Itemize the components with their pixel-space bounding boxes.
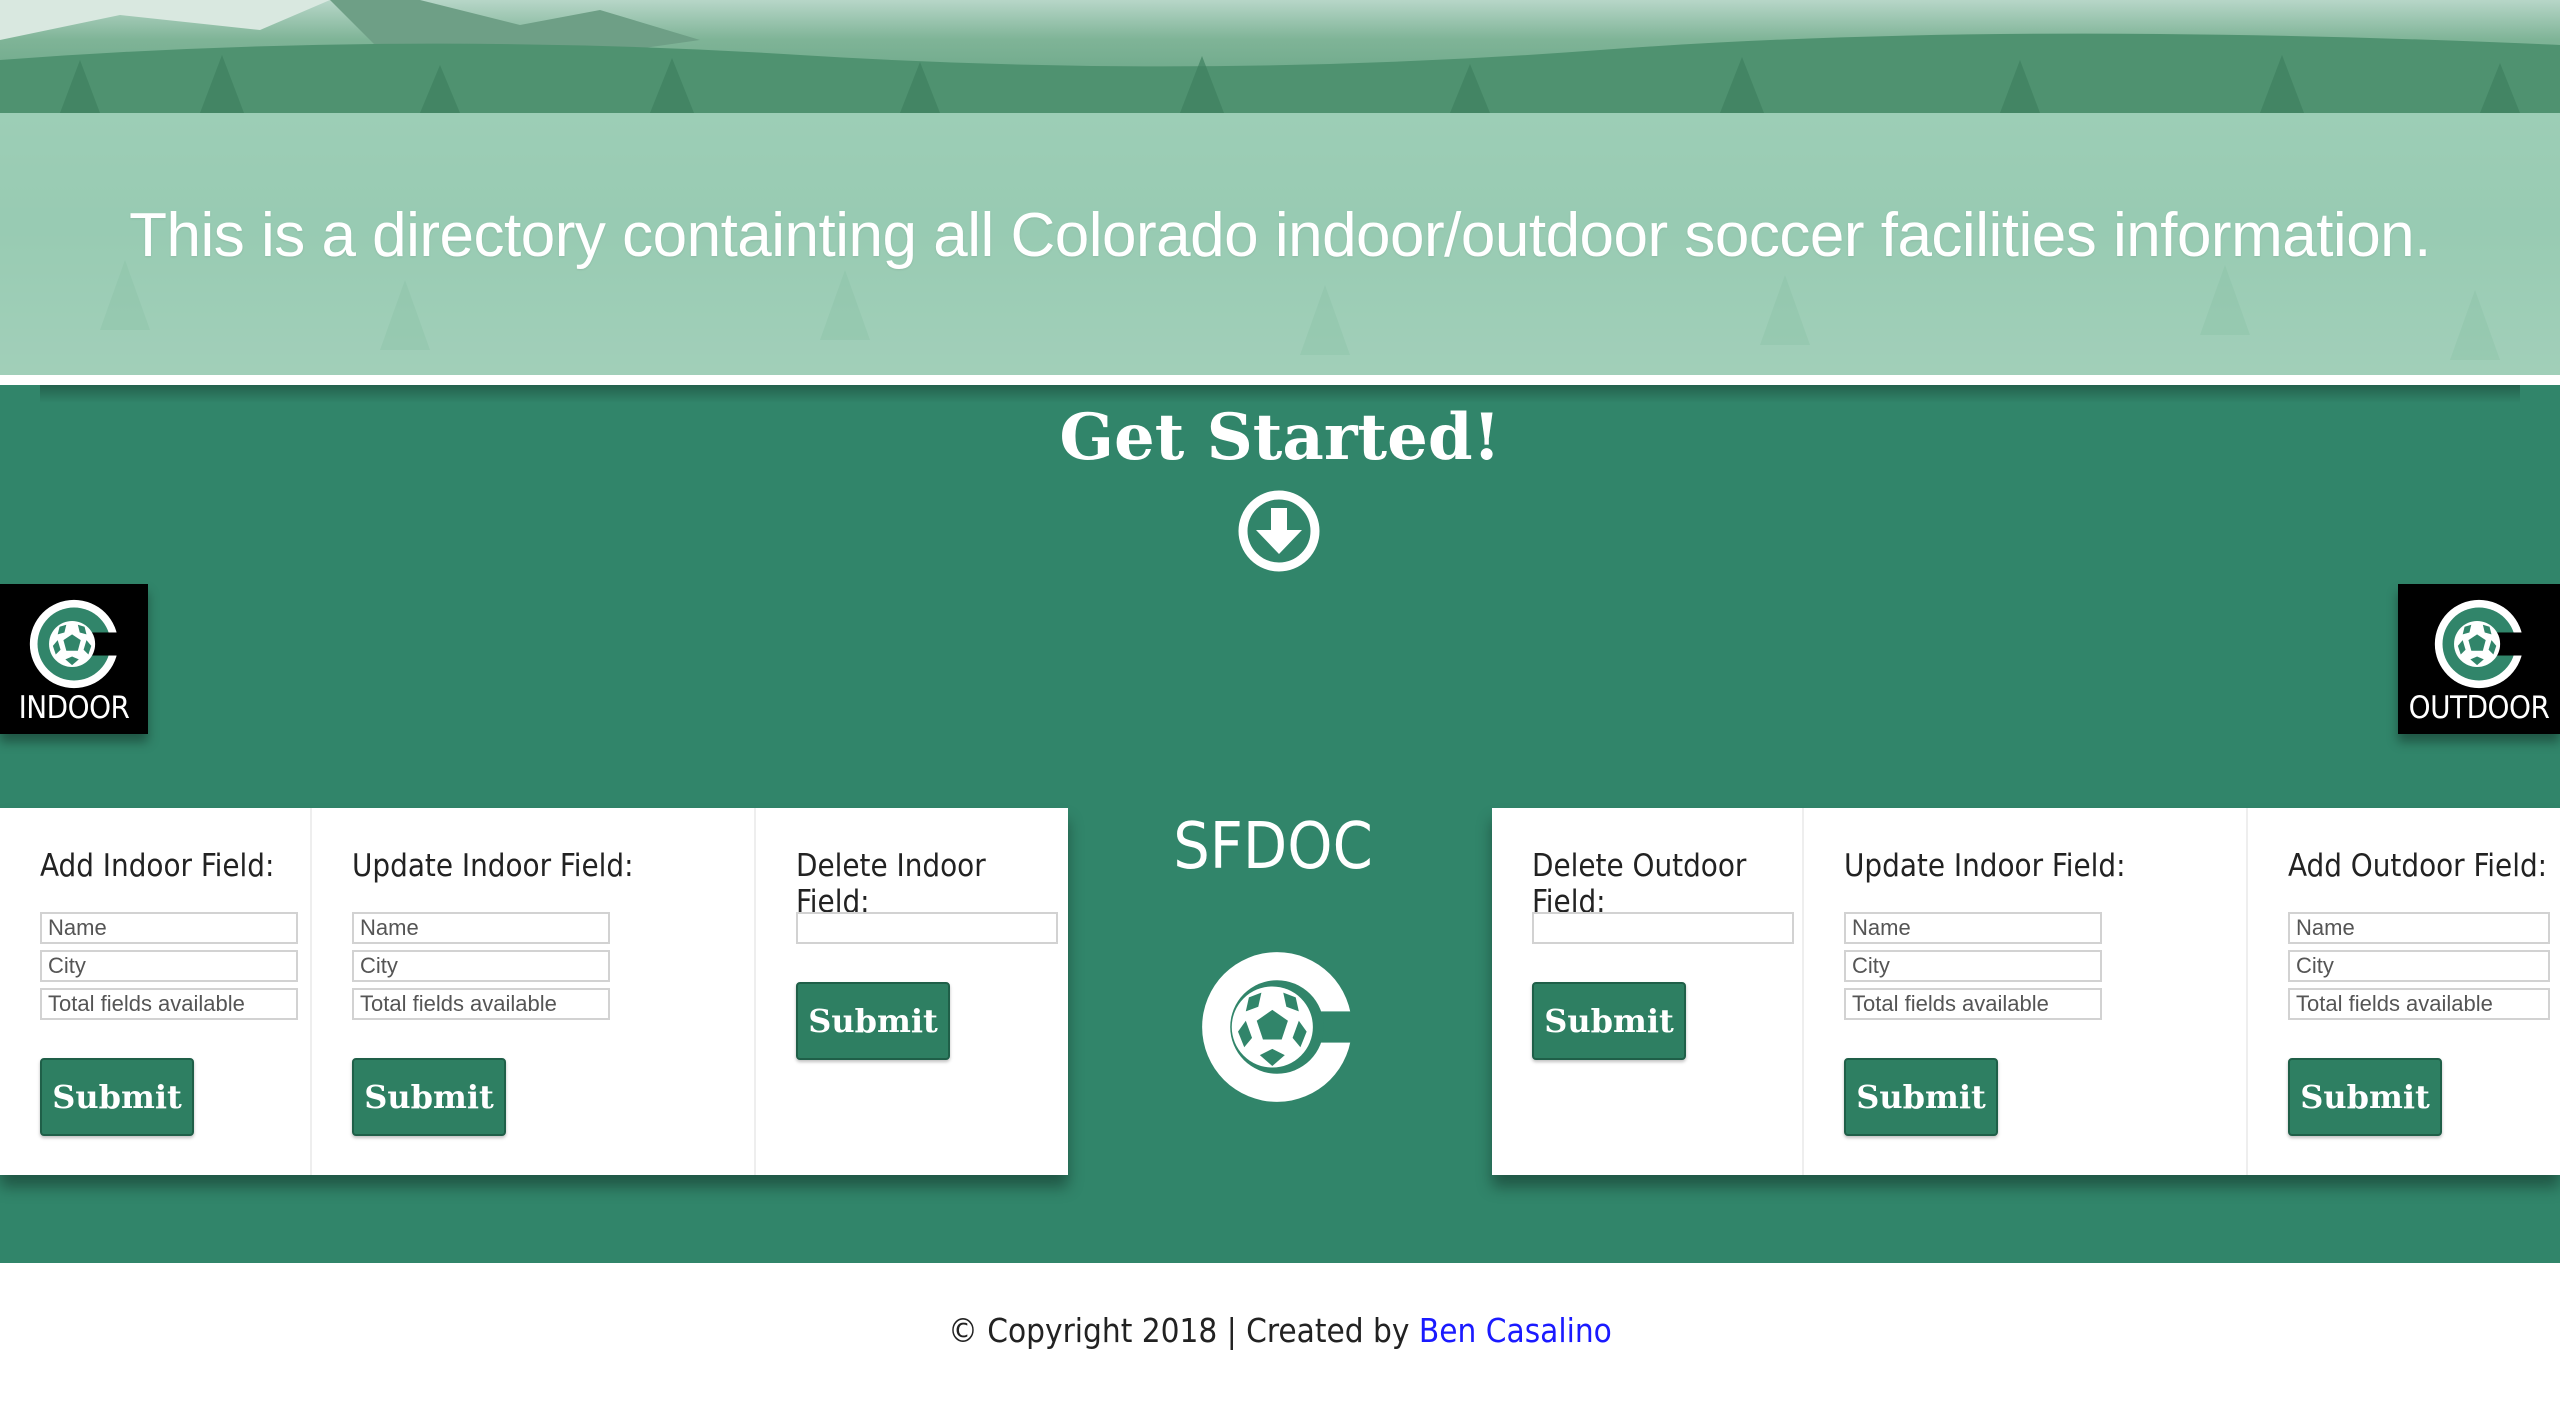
add-indoor-name-input[interactable]: [40, 912, 298, 944]
delete-outdoor-form: Delete Outdoor Field: Submit: [1492, 808, 1802, 1175]
indoor-label: INDOOR: [18, 690, 130, 726]
hero-divider: [0, 375, 2560, 385]
add-outdoor-title: Add Outdoor Field:: [2288, 848, 2548, 884]
delete-indoor-title: Delete Indoor Field:: [796, 848, 986, 920]
update-outdoor-submit-button[interactable]: Submit: [1844, 1058, 1998, 1136]
delete-indoor-input[interactable]: [796, 912, 1058, 944]
delete-indoor-form: Delete Indoor Field: Submit: [756, 808, 1068, 1175]
outdoor-forms-panel: Delete Outdoor Field: Submit Update Indo…: [1492, 808, 2560, 1175]
update-indoor-total-input[interactable]: [352, 988, 610, 1020]
update-outdoor-title: Update Indoor Field:: [1844, 848, 2126, 884]
colorado-soccer-logo-icon: [1202, 952, 1355, 1102]
update-indoor-submit-button[interactable]: Submit: [352, 1058, 506, 1136]
panel-divider: [1802, 808, 1804, 1175]
update-indoor-title: Update Indoor Field:: [352, 848, 634, 884]
panel-divider: [310, 808, 312, 1175]
hero-banner: This is a directory containting all Colo…: [0, 0, 2560, 375]
update-outdoor-name-input[interactable]: [1844, 912, 2102, 944]
colorado-soccer-logo-icon: [2434, 599, 2527, 689]
add-indoor-form: Add Indoor Field: Submit: [0, 808, 310, 1175]
add-outdoor-form: Add Outdoor Field: Submit: [2248, 808, 2560, 1175]
add-outdoor-city-input[interactable]: [2288, 950, 2550, 982]
add-outdoor-total-input[interactable]: [2288, 988, 2550, 1020]
hero-tagline: This is a directory containting all Colo…: [129, 201, 2431, 270]
delete-outdoor-input[interactable]: [1532, 912, 1794, 944]
add-indoor-city-input[interactable]: [40, 950, 298, 982]
footer: © Copyright 2018 | Created by Ben Casali…: [0, 1263, 2560, 1404]
update-indoor-city-input[interactable]: [352, 950, 610, 982]
add-outdoor-submit-button[interactable]: Submit: [2288, 1058, 2442, 1136]
footer-text: © Copyright 2018 | Created by Ben Casali…: [0, 1311, 2560, 1350]
sfdoc-title: SFDOC: [1173, 810, 1373, 884]
outdoor-label: OUTDOOR: [2408, 690, 2550, 726]
author-link[interactable]: Ben Casalino: [1419, 1311, 1612, 1350]
update-indoor-form: Update Indoor Field: Submit: [312, 808, 754, 1175]
arrow-circle-down-icon[interactable]: [1238, 490, 1320, 572]
panel-divider: [754, 808, 756, 1175]
delete-outdoor-submit-button[interactable]: Submit: [1532, 982, 1686, 1060]
update-outdoor-city-input[interactable]: [1844, 950, 2102, 982]
indoor-forms-panel: Add Indoor Field: Submit Update Indoor F…: [0, 808, 1068, 1175]
update-indoor-name-input[interactable]: [352, 912, 610, 944]
add-indoor-title: Add Indoor Field:: [40, 848, 275, 884]
update-outdoor-total-input[interactable]: [1844, 988, 2102, 1020]
add-indoor-total-input[interactable]: [40, 988, 298, 1020]
delete-indoor-submit-button[interactable]: Submit: [796, 982, 950, 1060]
delete-outdoor-title: Delete Outdoor Field:: [1532, 848, 1747, 920]
get-started-heading: Get Started!: [1059, 400, 1501, 475]
add-outdoor-name-input[interactable]: [2288, 912, 2550, 944]
panel-divider: [2246, 808, 2248, 1175]
indoor-logo-button[interactable]: INDOOR: [0, 584, 148, 734]
copyright-text: © Copyright 2018 | Created by: [948, 1311, 1419, 1350]
update-outdoor-form: Update Indoor Field: Submit: [1804, 808, 2246, 1175]
colorado-soccer-logo-icon: [29, 599, 122, 689]
outdoor-logo-button[interactable]: OUTDOOR: [2398, 584, 2560, 734]
add-indoor-submit-button[interactable]: Submit: [40, 1058, 194, 1136]
